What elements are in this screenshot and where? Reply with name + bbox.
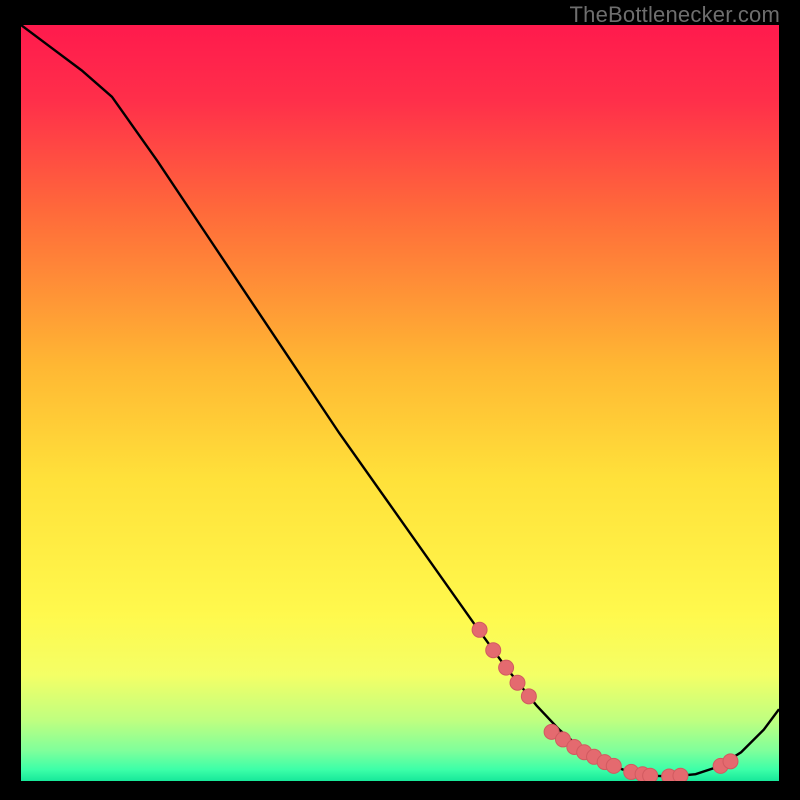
marker-dot xyxy=(723,754,738,769)
chart-stage: TheBottlenecker.com xyxy=(0,0,800,800)
marker-dot xyxy=(486,643,501,658)
heat-gradient xyxy=(21,25,779,781)
marker-dot xyxy=(510,675,525,690)
marker-dot xyxy=(499,660,514,675)
marker-dot xyxy=(472,622,487,637)
watermark-text: TheBottlenecker.com xyxy=(570,2,780,28)
marker-dot xyxy=(521,689,536,704)
chart-frame xyxy=(21,25,779,781)
marker-dot xyxy=(673,768,688,781)
marker-dot xyxy=(643,768,658,781)
marker-dot xyxy=(606,758,621,773)
chart-plot xyxy=(21,25,779,781)
